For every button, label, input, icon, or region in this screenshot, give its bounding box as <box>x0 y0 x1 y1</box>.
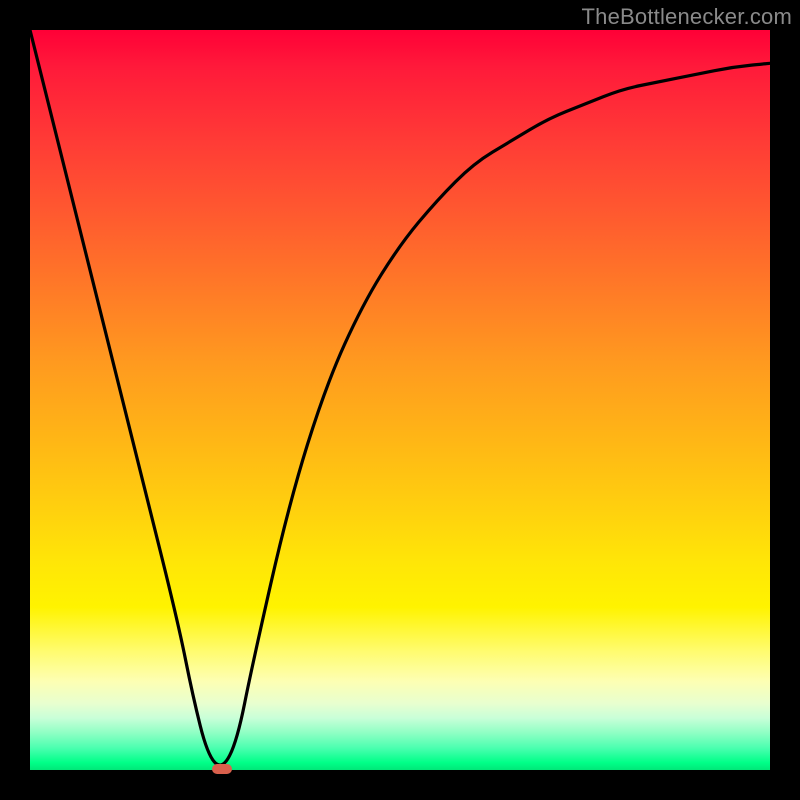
minimum-marker <box>212 764 232 774</box>
bottleneck-curve <box>30 30 770 770</box>
watermark-text: TheBottlenecker.com <box>582 4 792 30</box>
plot-area <box>30 30 770 770</box>
chart-frame: TheBottlenecker.com <box>0 0 800 800</box>
curve-path <box>30 30 770 765</box>
